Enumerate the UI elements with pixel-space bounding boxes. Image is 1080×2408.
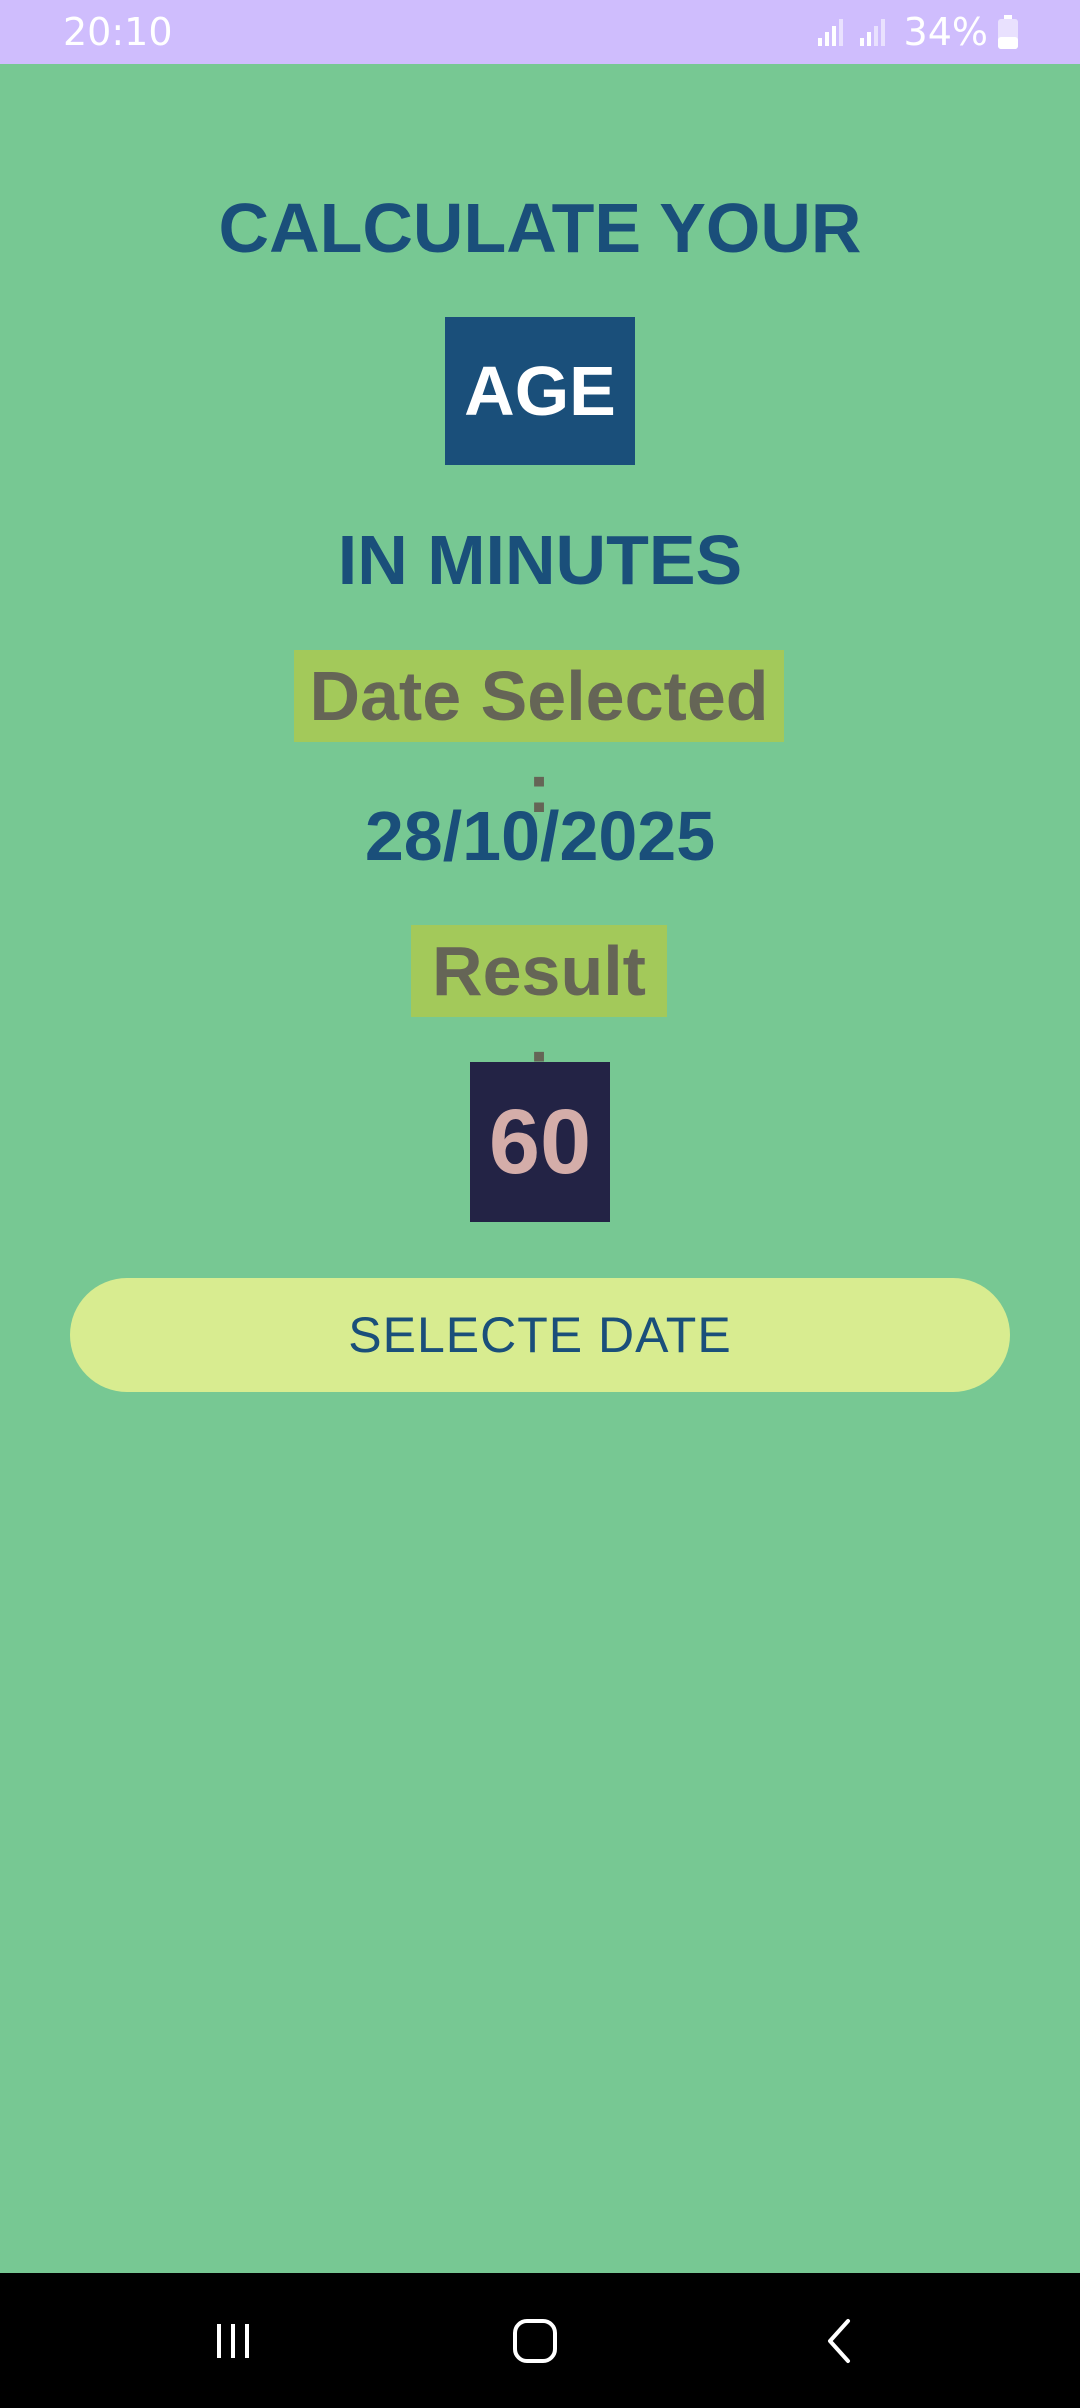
home-button[interactable] [475,2273,595,2408]
recents-icon [217,2323,249,2358]
title-in-minutes: IN MINUTES [337,521,743,599]
status-time: 20:10 [63,10,173,54]
home-icon [513,2318,557,2363]
signal-icon [817,19,843,46]
recents-button[interactable] [173,2273,293,2408]
status-indicators: 34% [816,8,1018,56]
back-button[interactable] [780,2273,900,2408]
title-calculate-your: CALCULATE YOUR [218,189,862,267]
status-bar: 20:10 34% [0,0,1080,64]
result-label: Result : [411,925,667,1102]
title-age-badge: AGE [445,317,635,465]
result-value: 60 [470,1062,610,1222]
battery-percentage: 34% [903,10,988,54]
battery-icon [998,15,1018,49]
navigation-bar [0,2273,1080,2408]
signal-icon-2 [859,19,885,46]
select-date-button[interactable]: SELECTE DATE [70,1278,1010,1392]
back-icon [828,2318,850,2363]
date-selected-value: 28/10/2025 [364,797,716,875]
date-selected-label: Date Selected : [294,650,784,827]
